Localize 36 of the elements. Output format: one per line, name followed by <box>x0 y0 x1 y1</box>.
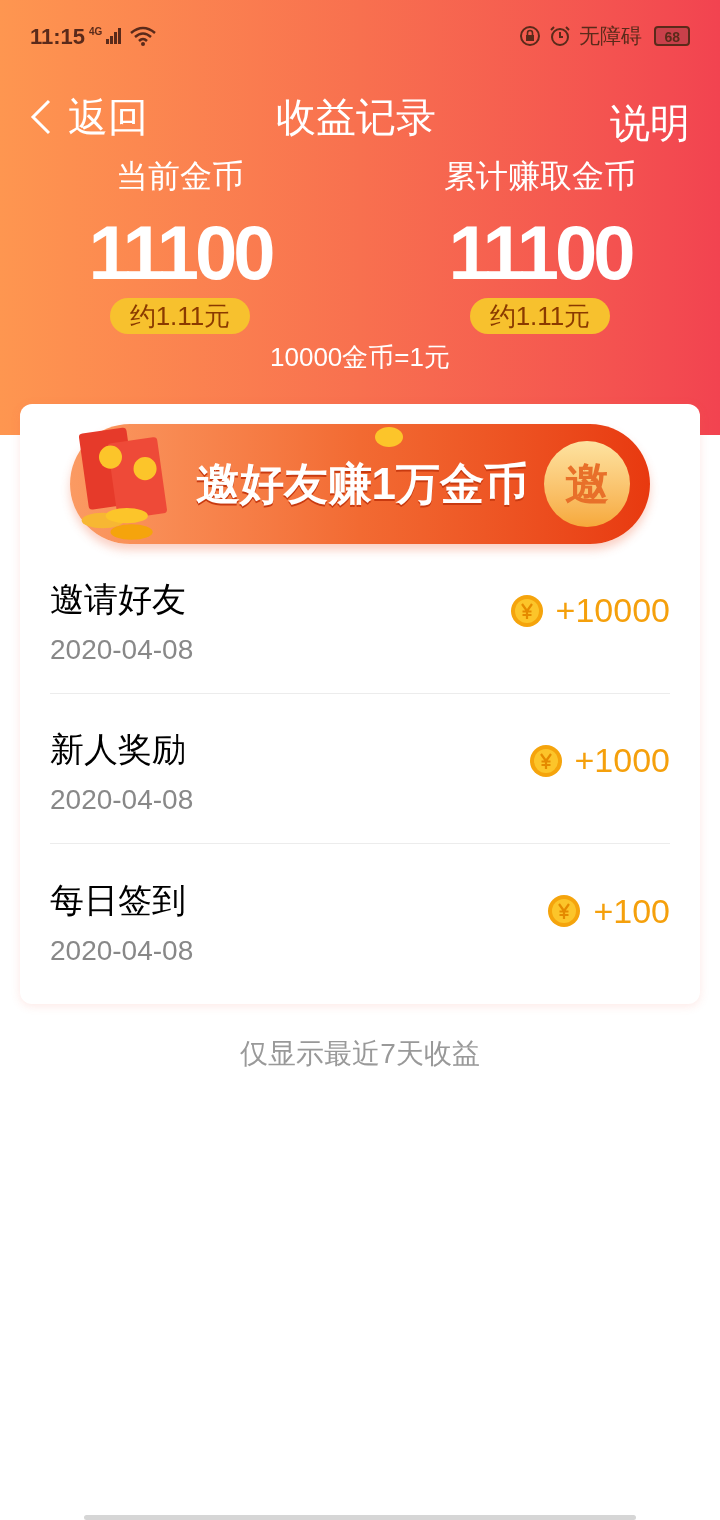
network-label: 4G <box>89 24 103 39</box>
invite-banner[interactable]: 邀好友赚1万金币 邀 <box>70 424 650 544</box>
summary-label: 当前金币 <box>116 157 244 196</box>
page-title: 收益记录 <box>276 94 436 141</box>
footer-note: 仅显示最近7天收益 <box>239 1037 481 1071</box>
record-date: 2020-04-08 <box>50 933 194 968</box>
record-title: 新人奖励 <box>50 729 187 770</box>
back-button[interactable]: 返回 <box>30 87 148 147</box>
back-icon <box>30 99 52 135</box>
battery-indicator: 68 <box>654 26 690 46</box>
coin-icon <box>374 426 404 448</box>
invite-badge: 邀 <box>544 441 630 527</box>
coin-icon <box>547 894 582 928</box>
wifi-icon <box>130 26 157 46</box>
summary-value: 11100 <box>88 209 272 297</box>
record-date: 2020-04-08 <box>50 783 194 817</box>
alarm-icon <box>549 25 572 47</box>
help-button[interactable]: 说明 <box>610 93 690 153</box>
money-pill: 约1.11元 <box>109 298 251 334</box>
record-amount: +100 <box>593 890 670 932</box>
accessibility-label: 无障碍 <box>579 23 643 50</box>
coin-icon <box>509 593 544 628</box>
record-title: 邀请好友 <box>50 579 187 620</box>
signal-icon <box>106 28 123 44</box>
record-date: 2020-04-08 <box>50 633 194 667</box>
summary-label: 累计赚取金币 <box>444 157 636 196</box>
banner-text: 邀好友赚1万金币 <box>194 458 529 510</box>
rotation-lock-icon <box>519 25 542 47</box>
exchange-rate: 10000金币=1元 <box>270 341 450 374</box>
record-title: 每日签到 <box>50 879 187 921</box>
record-amount: +1000 <box>574 740 670 781</box>
coin-icon <box>528 743 563 778</box>
summary-value: 11100 <box>448 209 632 297</box>
record-amount: +10000 <box>555 590 670 631</box>
status-time: 11:15 <box>30 22 86 51</box>
money-pill: 约1.11元 <box>469 298 611 334</box>
